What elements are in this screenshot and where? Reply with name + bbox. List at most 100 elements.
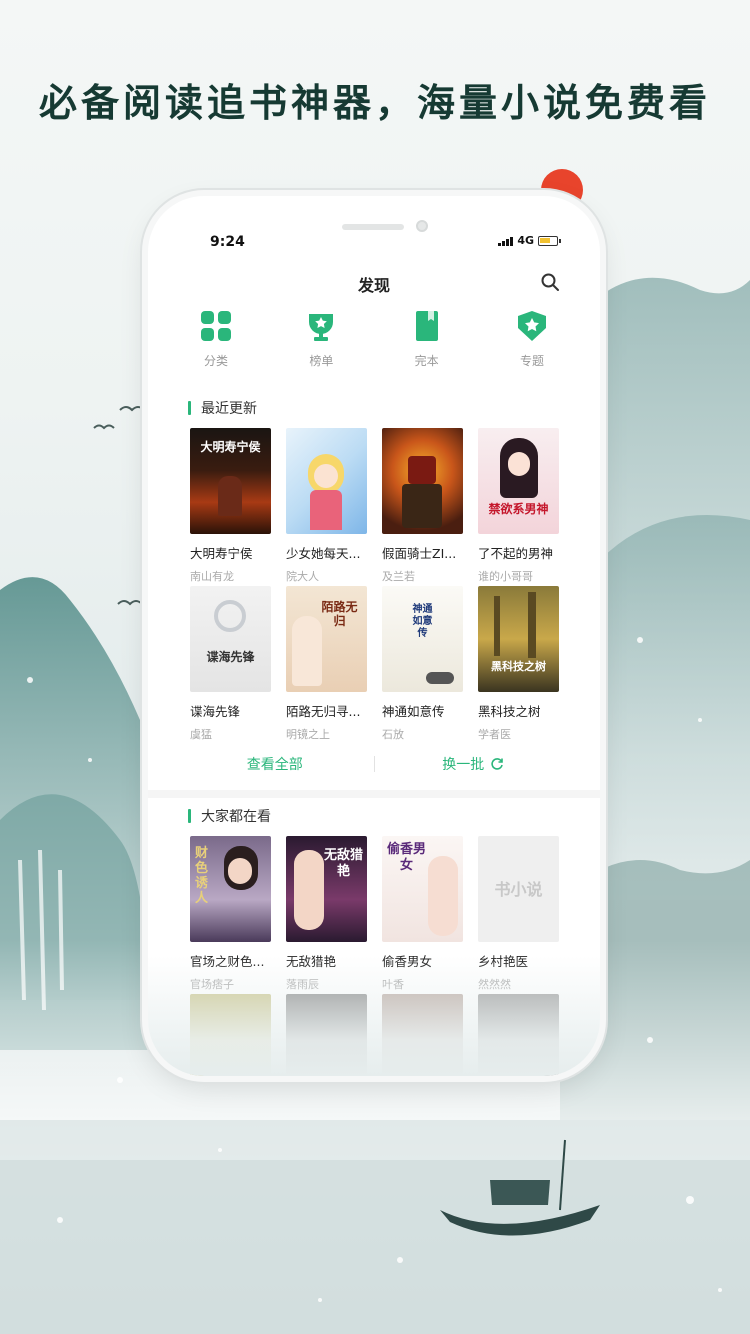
cover-title: 黑科技之树 xyxy=(491,660,546,673)
book-title: 大明寿宁侯 xyxy=(190,546,253,561)
book-author: 南山有龙 xyxy=(190,570,234,583)
refresh-batch-button[interactable]: 换一批 xyxy=(375,754,573,774)
phone-side-button xyxy=(143,470,147,530)
cover-title: 无敌猎艳 xyxy=(324,848,364,879)
section-title: 最近更新 xyxy=(201,401,257,417)
book-title: 谍海先锋 xyxy=(190,704,241,719)
book-cover: 谍海先锋 xyxy=(190,586,271,692)
cover-title: 陌路无归 xyxy=(321,600,358,628)
section-accent-bar xyxy=(188,809,191,823)
book-cover: 黑科技之树 xyxy=(478,586,559,692)
book-card[interactable]: 无敌猎艳 无敌猎艳 落雨辰 xyxy=(286,836,367,992)
section-recent-header: 最近更新 xyxy=(188,398,257,418)
section-title: 大家都在看 xyxy=(201,809,271,825)
popular-books-grid-next xyxy=(190,994,559,1076)
recent-actions: 查看全部 换一批 xyxy=(176,750,572,778)
section-accent-bar xyxy=(188,401,191,415)
book-title: 乡村艳医 xyxy=(478,954,529,969)
book-cover: 偷香男女 xyxy=(382,836,463,942)
promo-headline: 必备阅读追书神器，海量小说免费看 xyxy=(38,80,711,125)
category-nav: 分类 榜单 完本 专题 xyxy=(176,310,572,369)
signal-icon xyxy=(498,236,514,246)
book-icon xyxy=(415,311,438,341)
category-classify[interactable]: 分类 xyxy=(176,310,256,369)
cover-title: 偷香男女 xyxy=(386,842,426,873)
book-cover xyxy=(382,994,463,1076)
search-icon[interactable] xyxy=(540,272,560,292)
grid-icon xyxy=(201,311,231,341)
recent-books-grid: 大明寿宁侯 大明寿宁侯 南山有龙 少女她每天... 院大人 假面骑士ZI... … xyxy=(190,428,559,584)
book-card[interactable]: 少女她每天... 院大人 xyxy=(286,428,367,584)
book-title: 了不起的男神 xyxy=(478,546,554,561)
book-author: 及兰若 xyxy=(382,570,415,583)
book-cover xyxy=(382,428,463,534)
book-card[interactable]: 财色诱人 官场之财色... 官场痞子 xyxy=(190,836,271,992)
star-badge-icon xyxy=(517,311,546,341)
book-author: 石放 xyxy=(382,728,404,741)
phone-mockup: 9:24 4G 发现 分类 榜单 完本 专题 最近更新 大明寿宁侯 大明寿宁侯 … xyxy=(148,196,600,1076)
book-card[interactable]: 书小说 乡村艳医 然然然 xyxy=(478,836,559,992)
book-cover: 陌路无归 xyxy=(286,586,367,692)
book-cover: 神通如意传 xyxy=(382,586,463,692)
book-title: 少女她每天... xyxy=(286,546,361,561)
phone-side-button xyxy=(143,330,147,370)
book-title: 神通如意传 xyxy=(382,704,445,719)
book-card[interactable]: 禁欲系男神 了不起的男神 谁的小哥哥 xyxy=(478,428,559,584)
book-cover: 财色诱人 xyxy=(190,836,271,942)
book-card[interactable]: 偷香男女 偷香男女 叶香 xyxy=(382,836,463,992)
cover-title: 神通如意传 xyxy=(412,604,433,639)
category-label: 专题 xyxy=(519,354,544,368)
book-cover xyxy=(286,428,367,534)
book-card[interactable]: 神通如意传 神通如意传 石放 xyxy=(382,586,463,742)
category-completed[interactable]: 完本 xyxy=(387,310,467,369)
book-author: 落雨辰 xyxy=(286,978,319,991)
cover-title: 谍海先锋 xyxy=(206,650,255,664)
section-popular-header: 大家都在看 xyxy=(188,806,271,826)
page-title: 发现 xyxy=(357,276,390,295)
book-card[interactable] xyxy=(190,994,271,1076)
phone-speaker xyxy=(342,224,404,230)
book-card[interactable]: 假面骑士ZI... 及兰若 xyxy=(382,428,463,584)
status-indicators: 4G xyxy=(498,234,561,247)
network-label: 4G xyxy=(517,234,534,247)
view-all-button[interactable]: 查看全部 xyxy=(176,754,374,774)
book-card[interactable]: 谍海先锋 谍海先锋 虞猛 xyxy=(190,586,271,742)
book-author: 院大人 xyxy=(286,570,319,583)
category-topics[interactable]: 专题 xyxy=(492,310,572,369)
book-author: 官场痞子 xyxy=(190,978,234,991)
refresh-label: 换一批 xyxy=(442,757,485,773)
book-author: 虞猛 xyxy=(190,728,212,741)
book-author: 明镜之上 xyxy=(286,728,330,741)
phone-side-button xyxy=(143,395,147,455)
recent-books-grid-row2: 谍海先锋 谍海先锋 虞猛 陌路无归 陌路无归寻... 明镜之上 神通如意传 神通… xyxy=(190,586,559,742)
book-author: 谁的小哥哥 xyxy=(478,570,533,583)
book-card[interactable] xyxy=(478,994,559,1076)
book-card[interactable]: 陌路无归 陌路无归寻... 明镜之上 xyxy=(286,586,367,742)
book-cover xyxy=(478,994,559,1076)
book-title: 陌路无归寻... xyxy=(286,704,361,719)
view-all-label: 查看全部 xyxy=(246,757,303,773)
category-label: 榜单 xyxy=(309,354,334,368)
book-author: 然然然 xyxy=(478,978,511,991)
cover-title: 禁欲系男神 xyxy=(488,502,549,516)
book-card[interactable]: 黑科技之树 黑科技之树 学者医 xyxy=(478,586,559,742)
battery-icon xyxy=(538,235,561,246)
book-title: 黑科技之树 xyxy=(478,704,541,719)
book-card[interactable] xyxy=(382,994,463,1076)
category-label: 分类 xyxy=(203,354,228,368)
book-title: 无敌猎艳 xyxy=(286,954,337,969)
section-divider xyxy=(148,790,600,798)
category-label: 完本 xyxy=(414,354,439,368)
book-cover: 禁欲系男神 xyxy=(478,428,559,534)
cover-title: 大明寿宁侯 xyxy=(200,440,261,454)
category-ranking[interactable]: 榜单 xyxy=(281,310,361,369)
phone-side-button xyxy=(601,400,605,480)
book-card[interactable] xyxy=(286,994,367,1076)
book-card[interactable]: 大明寿宁侯 大明寿宁侯 南山有龙 xyxy=(190,428,271,584)
book-title: 假面骑士ZI... xyxy=(382,546,457,561)
cover-title: 书小说 xyxy=(494,880,543,899)
book-title: 偷香男女 xyxy=(382,954,433,969)
book-cover xyxy=(190,994,271,1076)
book-author: 学者医 xyxy=(478,728,511,741)
status-time: 9:24 xyxy=(210,234,245,250)
